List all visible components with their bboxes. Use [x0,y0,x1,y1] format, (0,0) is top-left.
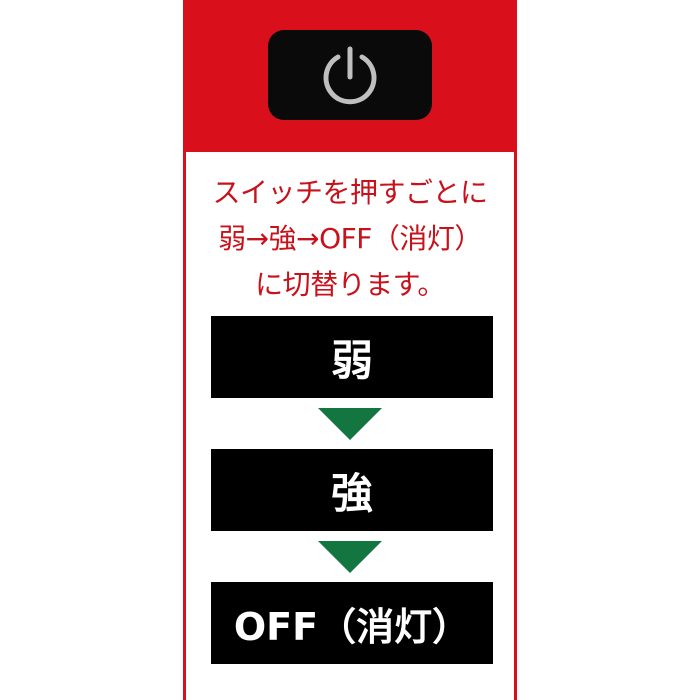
down-triangle-icon [318,541,382,573]
instruction-line-2: 弱→強→OFF（消灯） [218,222,482,255]
instruction-card: スイッチを押すごとに 弱→強→OFF（消灯） に切替ります。 弱 強 OFF（消… [186,152,514,700]
instruction-text: スイッチを押すごとに 弱→強→OFF（消灯） に切替ります。 [186,170,514,308]
mode-weak: 弱 [211,316,493,398]
instruction-line-3: に切替ります。 [255,268,445,301]
power-button[interactable] [268,30,432,120]
power-icon [323,46,377,105]
instruction-line-1: スイッチを押すごとに [212,176,488,209]
mode-off: OFF（消灯） [211,582,493,664]
down-triangle-icon [318,408,382,440]
mode-strong: 強 [211,449,493,531]
switch-panel: スイッチを押すごとに 弱→強→OFF（消灯） に切替ります。 弱 強 OFF（消… [183,0,517,700]
